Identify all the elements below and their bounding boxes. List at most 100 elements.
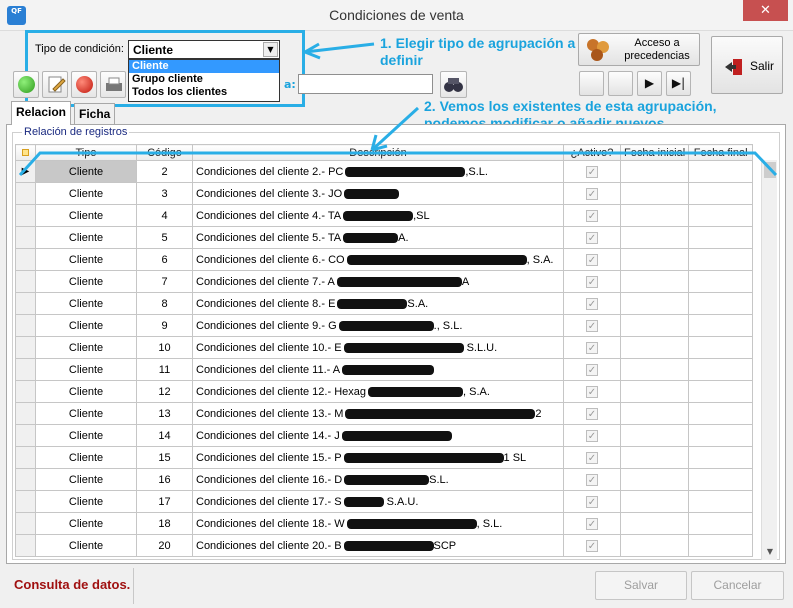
cell-fecha-inicial[interactable] xyxy=(619,292,690,315)
cell-activo[interactable]: ✓ xyxy=(563,402,621,425)
table-row[interactable]: Cliente 13 Condiciones del cliente 13.- M 2… xyxy=(15,402,754,425)
cell-descripcion[interactable]: Condiciones del cliente 15.- P 1 SL xyxy=(192,446,564,469)
row-indicator-cell[interactable] xyxy=(15,534,36,557)
nav-prev-button[interactable] xyxy=(608,71,633,96)
window-close-button[interactable]: ✕ xyxy=(743,0,788,21)
cell-fecha-inicial[interactable] xyxy=(619,534,690,557)
cell-descripcion[interactable]: Condiciones del cliente 16.- D S.L. xyxy=(192,468,564,491)
cell-activo[interactable]: ✓ xyxy=(563,314,621,337)
cell-activo[interactable]: ✓ xyxy=(563,270,621,293)
cell-descripcion[interactable]: Condiciones del cliente 6.- CO , S.A. xyxy=(192,248,564,271)
cell-activo[interactable]: ✓ xyxy=(563,182,621,205)
cell-fecha-final[interactable] xyxy=(688,160,754,183)
cell-codigo[interactable]: 5 xyxy=(136,226,193,249)
table-row[interactable]: Cliente 3 Condiciones del cliente 3.- JO ✓ xyxy=(15,182,754,205)
cell-fecha-inicial[interactable] xyxy=(619,248,690,271)
cell-tipo[interactable]: Cliente xyxy=(35,292,137,315)
cell-fecha-final[interactable] xyxy=(688,446,754,469)
row-indicator-cell[interactable] xyxy=(15,292,36,315)
row-indicator-cell[interactable] xyxy=(15,424,36,447)
active-checkbox[interactable]: ✓ xyxy=(586,187,598,200)
table-row[interactable]: Cliente 15 Condiciones del cliente 15.- P 1… xyxy=(15,446,754,469)
table-row[interactable]: Cliente 18 Condiciones del cliente 18.- W,… xyxy=(15,512,754,535)
edit-record-button[interactable] xyxy=(42,71,68,98)
cell-descripcion[interactable]: Condiciones del cliente 5.- TA A. xyxy=(192,226,564,249)
column-header-tipo[interactable]: Tipo xyxy=(35,144,137,161)
row-indicator-cell[interactable] xyxy=(15,490,36,513)
cell-activo[interactable]: ✓ xyxy=(563,534,621,557)
cell-activo[interactable]: ✓ xyxy=(563,248,621,271)
select-all-cell[interactable] xyxy=(15,144,36,161)
search-button[interactable] xyxy=(440,71,467,98)
row-indicator-cell[interactable] xyxy=(15,358,36,381)
cell-activo[interactable]: ✓ xyxy=(563,358,621,381)
cell-tipo[interactable]: Cliente xyxy=(35,534,137,557)
cell-fecha-final[interactable] xyxy=(688,182,754,205)
cell-codigo[interactable]: 18 xyxy=(136,512,193,535)
cell-tipo[interactable]: Cliente xyxy=(35,248,137,271)
cell-codigo[interactable]: 6 xyxy=(136,248,193,271)
row-indicator-cell[interactable] xyxy=(15,380,36,403)
row-indicator-cell[interactable] xyxy=(15,314,36,337)
cell-tipo[interactable]: Cliente xyxy=(35,424,137,447)
active-checkbox[interactable]: ✓ xyxy=(586,209,598,222)
cell-fecha-inicial[interactable] xyxy=(619,490,690,513)
cell-descripcion[interactable]: Condiciones del cliente 4.- TA ,SL xyxy=(192,204,564,227)
cell-tipo[interactable]: Cliente xyxy=(35,490,137,513)
row-indicator-cell[interactable] xyxy=(15,336,36,359)
column-header-codigo[interactable]: Código xyxy=(136,144,193,161)
cell-activo[interactable]: ✓ xyxy=(563,424,621,447)
cell-fecha-inicial[interactable] xyxy=(619,182,690,205)
cell-tipo[interactable]: Cliente xyxy=(35,358,137,381)
cell-tipo[interactable]: Cliente xyxy=(35,380,137,403)
cell-fecha-final[interactable] xyxy=(688,424,754,447)
active-checkbox[interactable]: ✓ xyxy=(586,495,598,508)
column-header-descripcion[interactable]: Descripción xyxy=(192,144,564,161)
cell-fecha-inicial[interactable] xyxy=(619,204,690,227)
cell-descripcion[interactable]: Condiciones del cliente 17.- S S.A.U. xyxy=(192,490,564,513)
cell-activo[interactable]: ✓ xyxy=(563,446,621,469)
row-indicator-cell[interactable] xyxy=(15,468,36,491)
cell-codigo[interactable]: 3 xyxy=(136,182,193,205)
table-row[interactable]: Cliente 17 Condiciones del cliente 17.- S … xyxy=(15,490,754,513)
active-checkbox[interactable]: ✓ xyxy=(586,253,598,266)
active-checkbox[interactable]: ✓ xyxy=(586,363,598,376)
cell-tipo[interactable]: Cliente xyxy=(35,446,137,469)
scroll-down-icon[interactable]: ▼ xyxy=(764,547,776,559)
vertical-scrollbar[interactable]: ▼ xyxy=(761,160,777,560)
row-indicator-cell[interactable] xyxy=(15,182,36,205)
column-header-fecha-inicial[interactable]: Fecha inicial xyxy=(619,144,690,161)
cell-codigo[interactable]: 9 xyxy=(136,314,193,337)
cell-activo[interactable]: ✓ xyxy=(563,490,621,513)
cell-codigo[interactable]: 2 xyxy=(136,160,193,183)
cell-fecha-inicial[interactable] xyxy=(619,358,690,381)
active-checkbox[interactable]: ✓ xyxy=(586,473,598,486)
cell-activo[interactable]: ✓ xyxy=(563,292,621,315)
cell-fecha-final[interactable] xyxy=(688,402,754,425)
cell-codigo[interactable]: 7 xyxy=(136,270,193,293)
cell-codigo[interactable]: 10 xyxy=(136,336,193,359)
active-checkbox[interactable]: ✓ xyxy=(586,429,598,442)
cell-tipo[interactable]: Cliente xyxy=(35,402,137,425)
table-row[interactable]: Cliente 4 Condiciones del cliente 4.- TA ,S… xyxy=(15,204,754,227)
cell-tipo[interactable]: Cliente xyxy=(35,270,137,293)
cell-fecha-final[interactable] xyxy=(688,248,754,271)
cell-codigo[interactable]: 4 xyxy=(136,204,193,227)
cell-fecha-inicial[interactable] xyxy=(619,314,690,337)
cell-fecha-inicial[interactable] xyxy=(619,160,690,183)
cell-codigo[interactable]: 8 xyxy=(136,292,193,315)
cell-fecha-inicial[interactable] xyxy=(619,424,690,447)
row-indicator-cell[interactable] xyxy=(15,512,36,535)
row-indicator-cell[interactable] xyxy=(15,226,36,249)
cell-fecha-inicial[interactable] xyxy=(619,402,690,425)
cell-fecha-final[interactable] xyxy=(688,226,754,249)
tab-relacion[interactable]: Relacion xyxy=(11,101,72,125)
table-row[interactable]: Cliente 6 Condiciones del cliente 6.- CO , … xyxy=(15,248,754,271)
table-row[interactable]: Cliente 9 Condiciones del cliente 9.- G ., … xyxy=(15,314,754,337)
cell-descripcion[interactable]: Condiciones del cliente 2.- PC ,S.L. xyxy=(192,160,564,183)
row-indicator-cell[interactable] xyxy=(15,270,36,293)
cell-descripcion[interactable]: Condiciones del cliente 3.- JO xyxy=(192,182,564,205)
print-button[interactable] xyxy=(100,71,126,98)
cell-activo[interactable]: ✓ xyxy=(563,204,621,227)
cell-tipo[interactable]: Cliente xyxy=(35,468,137,491)
